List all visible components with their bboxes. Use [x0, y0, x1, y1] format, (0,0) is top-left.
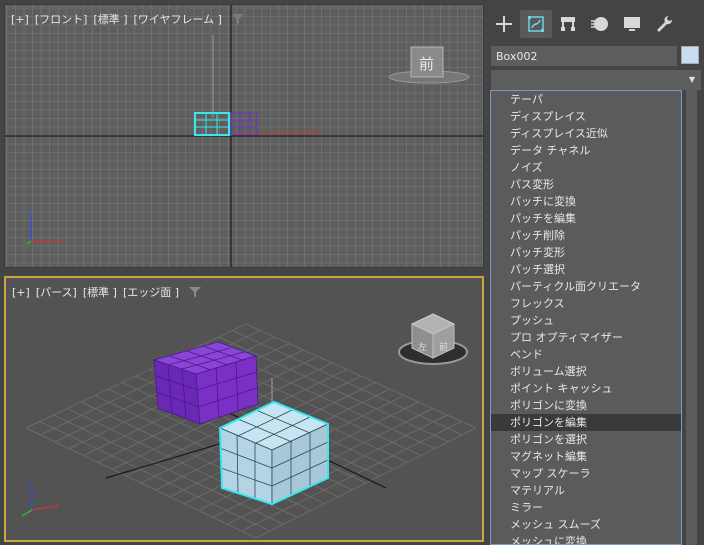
modifier-list-item[interactable]: パッチに変換	[491, 193, 681, 210]
perspective-viewport-standard-menu[interactable]: [標準 ]	[83, 284, 117, 300]
create-plus-icon	[496, 16, 512, 32]
utilities-wrench-icon	[657, 16, 673, 32]
modifier-list-item[interactable]: パッチを編集	[491, 210, 681, 227]
modifier-list-item[interactable]: マップ スケーラ	[491, 465, 681, 482]
modifier-list-item[interactable]: ボリューム選択	[491, 363, 681, 380]
modifier-list-item[interactable]: ポリゴンを編集	[491, 414, 681, 431]
modifier-list-item[interactable]: ベンド	[491, 346, 681, 363]
tab-display[interactable]	[616, 10, 648, 38]
modifier-list-item[interactable]: パス変形	[491, 176, 681, 193]
tab-utilities[interactable]	[648, 10, 680, 38]
scrollbar-thumb[interactable]	[686, 90, 697, 545]
tab-modify[interactable]	[520, 10, 552, 38]
modifier-list-item[interactable]: ミラー	[491, 499, 681, 516]
svg-text:前: 前	[439, 341, 448, 353]
modifier-list-item[interactable]: マグネット編集	[491, 448, 681, 465]
front-viewport-shading-menu[interactable]: [ワイヤフレーム ]	[134, 11, 222, 27]
front-viewport-scene: x 前 z x	[5, 5, 483, 267]
selected-box-wireframe	[194, 112, 230, 136]
front-viewport-label: [+] [フロント] [標準 ] [ワイヤフレーム ]	[11, 11, 244, 27]
front-viewport[interactable]: x 前 z x [+] [フロント] [標準] [ワイヤフレーム]	[4, 4, 484, 268]
modifier-list-item[interactable]: ポイント キャッシュ	[491, 380, 681, 397]
svg-text:z: z	[28, 479, 33, 489]
modifier-list-item[interactable]: ポリゴンに変換	[491, 397, 681, 414]
tab-motion[interactable]	[584, 10, 616, 38]
modifier-list-item[interactable]: ポリゴンを選択	[491, 431, 681, 448]
modifier-list-item[interactable]: ディスプレイス	[491, 108, 681, 125]
perspective-viewport-plus-menu[interactable]: [+]	[12, 286, 30, 299]
modifier-list-item[interactable]: データ チャネル	[491, 142, 681, 159]
filter-icon[interactable]	[189, 286, 202, 298]
modifier-list-item[interactable]: フレックス	[491, 295, 681, 312]
tab-hierarchy[interactable]	[552, 10, 584, 38]
purple-box	[152, 341, 259, 425]
object-name-field[interactable]	[491, 46, 677, 66]
modifier-list-item[interactable]: パーティクル面クリエータ	[491, 278, 681, 295]
modifier-list-item[interactable]: テーパ	[491, 91, 681, 108]
svg-text:左: 左	[418, 341, 427, 353]
front-viewport-standard-menu[interactable]: [標準 ]	[93, 11, 127, 27]
modifier-list[interactable]: テーパ ディスプレイス ディスプレイス近似 データ チャネル ノイズ パス変形 パッチに変換…	[490, 90, 682, 545]
perspective-viewport[interactable]: 左 前 z x [+] [パース] [標準 ] [エッジ面 ]	[4, 276, 484, 542]
svg-text:前: 前	[419, 55, 434, 73]
hierarchy-icon	[561, 17, 575, 31]
command-panel-tabs	[488, 10, 702, 38]
motion-icon	[591, 17, 608, 31]
modifier-list-item[interactable]: パッチ選択	[491, 261, 681, 278]
modifier-list-item[interactable]: メッシュに変換	[491, 533, 681, 544]
svg-text:x: x	[313, 128, 319, 138]
modifier-list-dropdown[interactable]: ▼	[491, 70, 701, 90]
svg-text:x: x	[54, 501, 60, 511]
perspective-viewport-label: [+] [パース] [標準 ] [エッジ面 ]	[12, 284, 202, 300]
perspective-viewport-view-menu[interactable]: [パース]	[36, 284, 77, 300]
modifier-list-item[interactable]: メッシュ スムーズ	[491, 516, 681, 533]
modifier-list-item[interactable]: プッシュ	[491, 312, 681, 329]
perspective-viewport-shading-menu[interactable]: [エッジ面 ]	[123, 284, 179, 300]
display-icon	[624, 17, 640, 31]
front-viewport-view-menu[interactable]: [フロント]	[35, 11, 88, 27]
filter-icon[interactable]	[231, 13, 244, 25]
modifier-list-item[interactable]: ノイズ	[491, 159, 681, 176]
modify-icon	[528, 16, 544, 32]
modifier-list-scrollbar[interactable]	[683, 90, 700, 545]
selected-box	[218, 400, 330, 506]
chevron-down-icon: ▼	[688, 75, 695, 84]
tab-create[interactable]	[488, 10, 520, 38]
svg-text:x: x	[59, 237, 65, 247]
object-color-swatch[interactable]	[681, 46, 699, 64]
modifier-list-item[interactable]: マテリアル	[491, 482, 681, 499]
modifier-list-item[interactable]: プロ オプティマイザー	[491, 329, 681, 346]
modifier-list-item[interactable]: パッチ削除	[491, 227, 681, 244]
front-viewport-plus-menu[interactable]: [+]	[11, 13, 29, 26]
perspective-viewport-scene: 左 前 z x	[21, 313, 477, 539]
command-panel: ▼ テーパディスプレイスディスプレイス近似データ チャネルノイズパス変形パッチに…	[486, 0, 704, 545]
axis-tripod-perspective: z x	[21, 479, 60, 517]
svg-text:z: z	[27, 208, 32, 218]
viewcube-perspective: 左 前	[398, 313, 468, 365]
modifier-list-item[interactable]: ディスプレイス近似	[491, 125, 681, 142]
modifier-list-item[interactable]: パッチ変形	[491, 244, 681, 261]
